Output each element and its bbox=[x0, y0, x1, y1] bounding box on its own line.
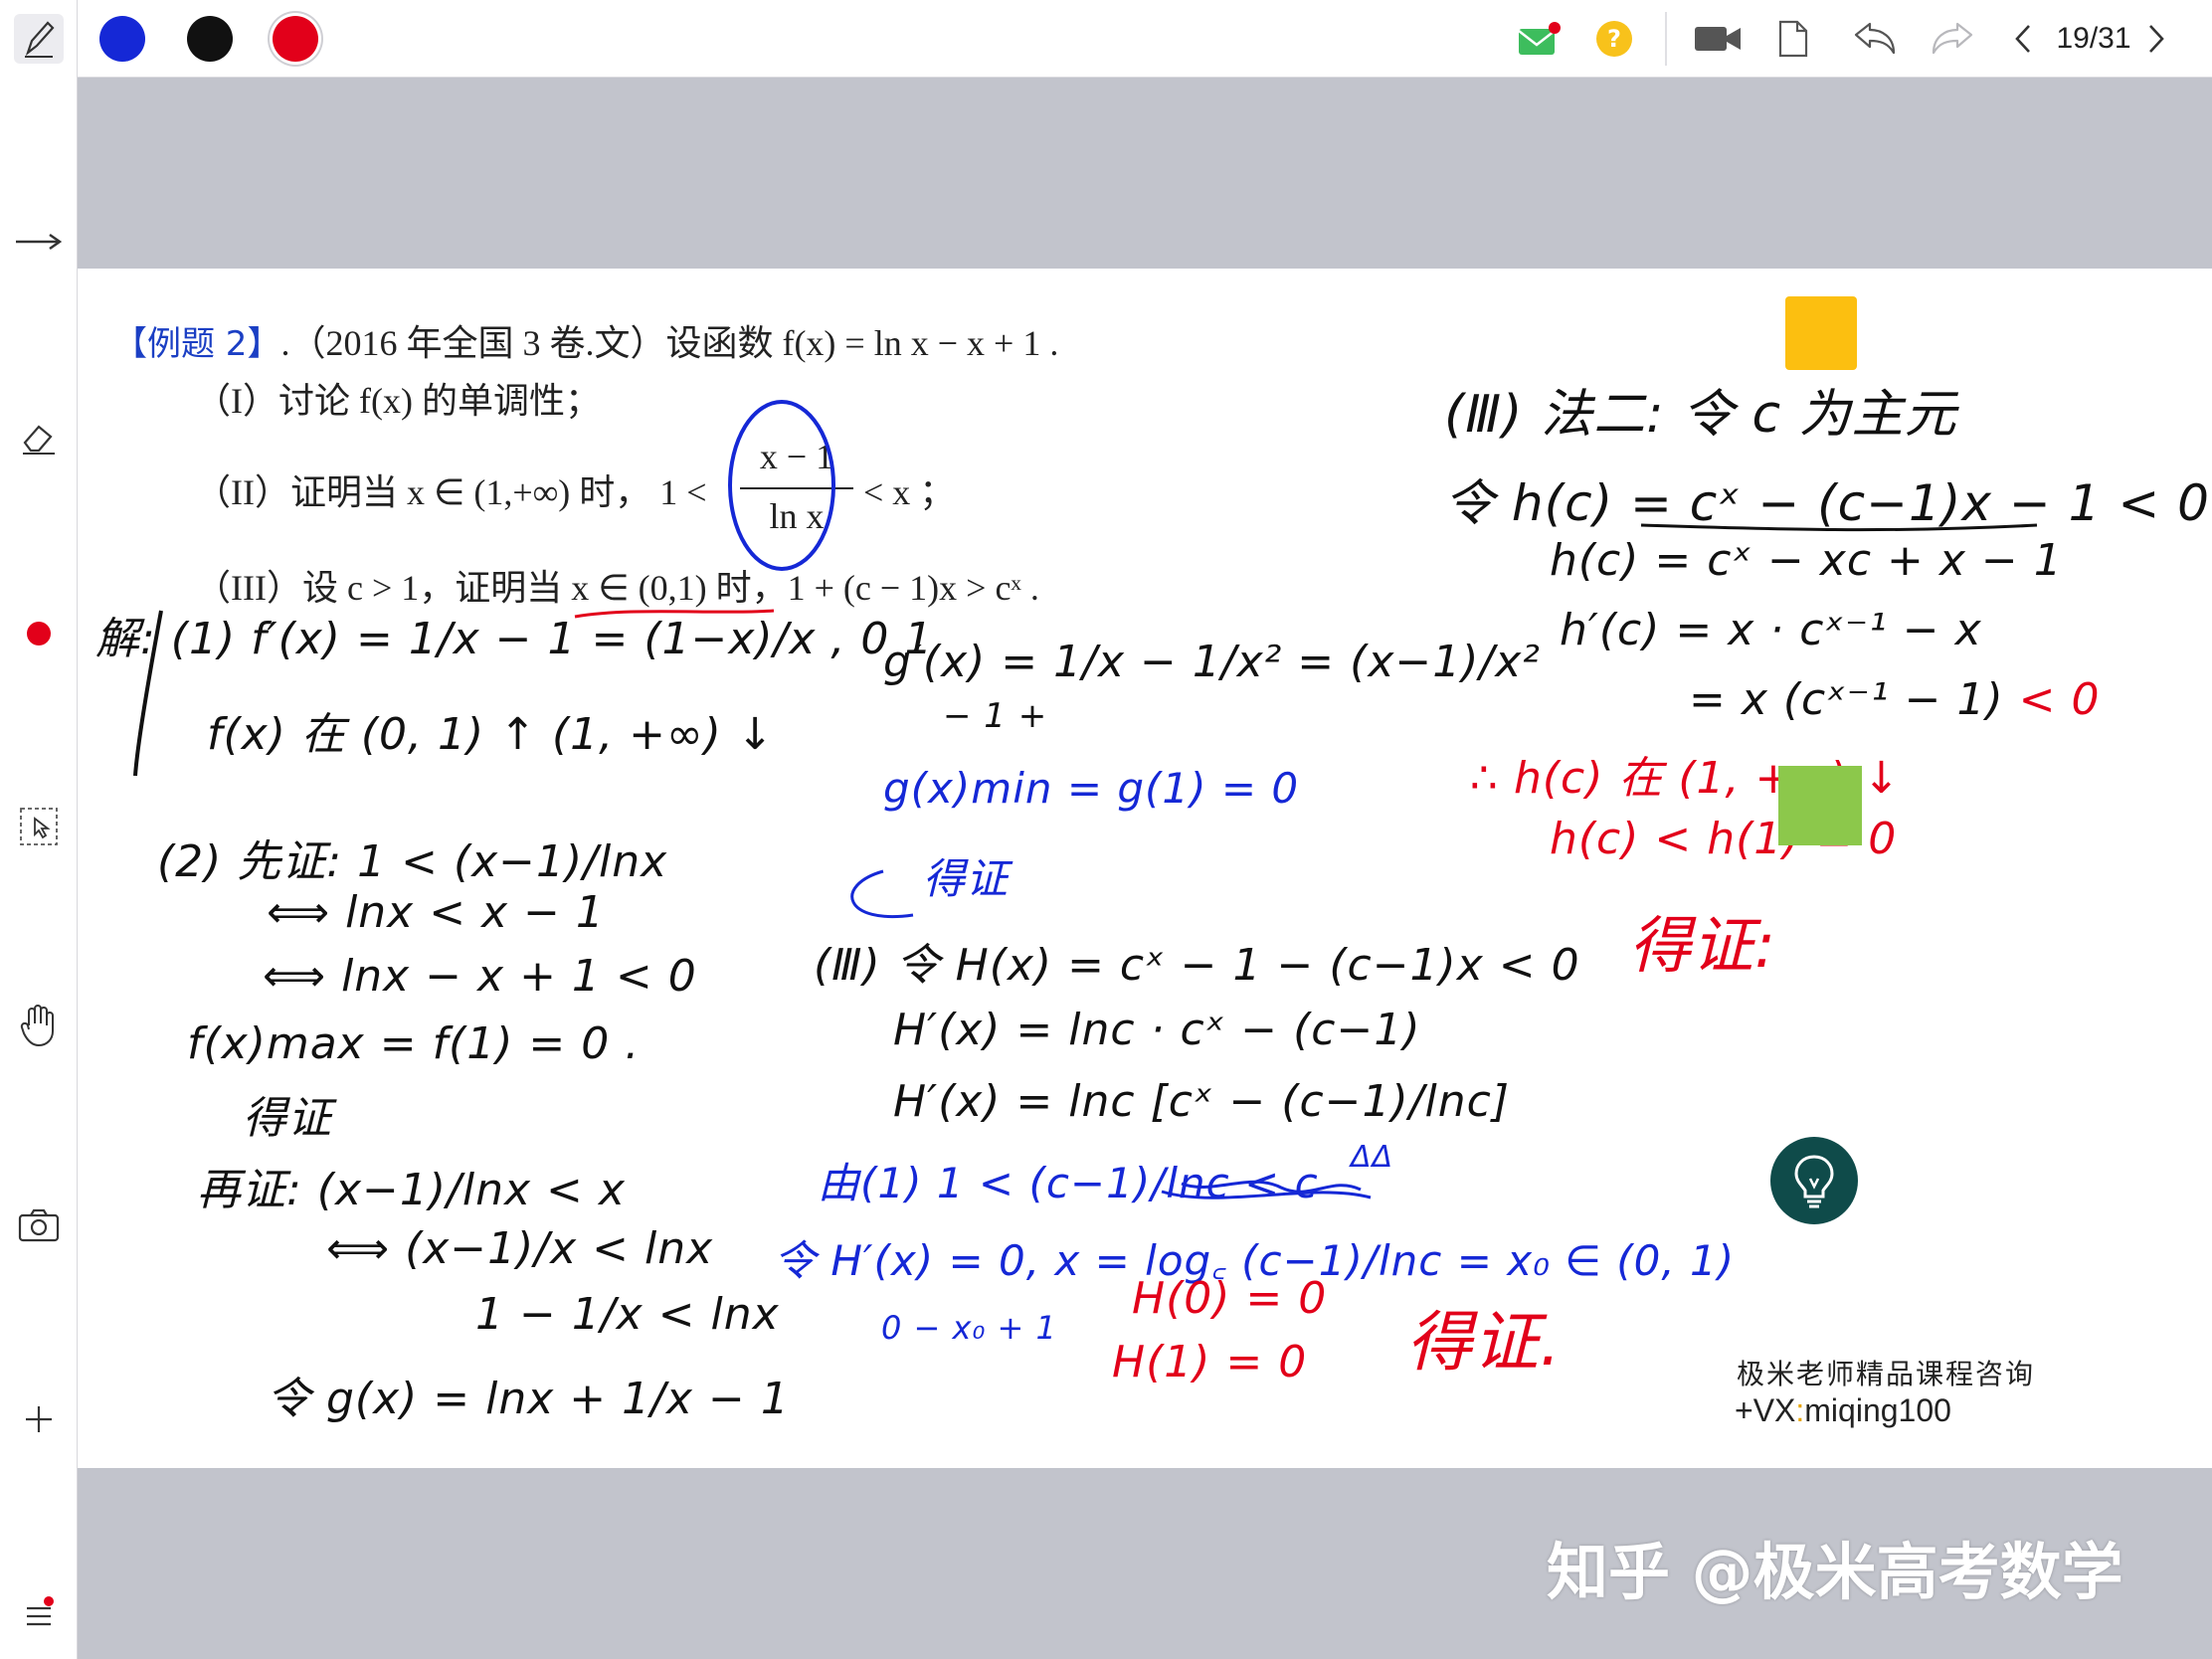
prev-page-icon[interactable] bbox=[2003, 14, 2043, 64]
mail-icon[interactable] bbox=[1514, 14, 1564, 64]
pen-color-blue[interactable] bbox=[99, 16, 145, 62]
hw-middle-red-line: H(0) = 0 bbox=[1132, 1273, 1328, 1324]
undo-icon[interactable] bbox=[1850, 14, 1900, 64]
laser-pointer-icon[interactable] bbox=[14, 609, 64, 658]
hw-middle-red-line: 得证. bbox=[1406, 1304, 1562, 1381]
eraser-icon[interactable] bbox=[14, 414, 64, 463]
hw-middle-line: g′(x) = 1/x − 1/x² = (x−1)/x² bbox=[883, 637, 1541, 687]
document-icon[interactable] bbox=[1768, 14, 1818, 64]
hw-middle-line: H′(x) = lnc · cˣ − (c−1) bbox=[893, 1005, 1421, 1055]
promo-line-1: 极米老师精品课程咨询 bbox=[1737, 1358, 2036, 1390]
toolbar-divider bbox=[1665, 12, 1667, 66]
hw-middle-line: H′(x) = lnc [cˣ − (c−1)/lnc] bbox=[893, 1076, 1510, 1127]
hw-left-line: 再证: (x−1)/lnx < x bbox=[197, 1165, 626, 1215]
add-icon[interactable] bbox=[14, 1394, 64, 1444]
redo-icon[interactable] bbox=[1928, 14, 1977, 64]
tool-rail bbox=[0, 0, 78, 1659]
hw-right-red-line: 得证: bbox=[1629, 909, 1776, 982]
yellow-sticky-note[interactable] bbox=[1785, 296, 1857, 370]
green-sticky-note[interactable] bbox=[1778, 766, 1862, 845]
hw-middle-blue-line: 0 − x₀ + 1 bbox=[881, 1309, 1057, 1347]
pen-color-red[interactable] bbox=[273, 16, 318, 62]
pen-tool-icon[interactable] bbox=[14, 14, 64, 64]
page-counter: 19/31 bbox=[2056, 22, 2131, 55]
hw-right-line: (Ⅲ) 法二: 令 c 为主元 bbox=[1444, 385, 1957, 445]
hw-middle-line: (Ⅲ) 令 H(x) = cˣ − 1 − (c−1)x < 0 bbox=[814, 940, 1580, 991]
hw-left-line: 得证 bbox=[243, 1093, 332, 1144]
hw-left-line: ⟺ lnx − x + 1 < 0 bbox=[263, 951, 697, 1002]
hand-icon[interactable] bbox=[14, 1001, 64, 1050]
hw-left-line: f(x)max = f(1) = 0 . bbox=[187, 1018, 641, 1069]
hw-right-factor: = x (cˣ⁻¹ − 1) bbox=[1689, 674, 2019, 725]
hw-left-line: 令 g(x) = lnx + 1/x − 1 bbox=[267, 1374, 790, 1424]
hw-middle-red-line: H(1) = 0 bbox=[1112, 1337, 1308, 1387]
hw-middle-blue-line: 由(1) 1 < (c−1)/lnc < c bbox=[818, 1159, 1319, 1207]
blue-loop-stroke bbox=[850, 869, 914, 918]
blue-circle-stroke bbox=[728, 400, 835, 571]
help-icon[interactable]: ? bbox=[1589, 14, 1639, 64]
hw-left-line: (2) 先证: 1 < (x−1)/lnx bbox=[157, 836, 668, 887]
promo-separator: : bbox=[1795, 1392, 1805, 1428]
menu-icon[interactable] bbox=[14, 1589, 64, 1639]
arrow-tool-icon[interactable] bbox=[14, 217, 64, 267]
hw-left-line: 解: (1) f′(x) = 1/x − 1 = (1−x)/x , 0 1 bbox=[95, 614, 934, 664]
watermark: 知乎 @极米高考数学 bbox=[1547, 1536, 2123, 1608]
hw-right-line: 令 h(c) = cˣ − (c−1)x − 1 < 0 bbox=[1444, 474, 2210, 532]
promo-id: miqing100 bbox=[1804, 1392, 1951, 1428]
hw-middle-blue-line: 得证 bbox=[923, 854, 1010, 903]
hw-left-line: ⟺ (x−1)/x < lnx bbox=[326, 1223, 714, 1274]
pen-color-black[interactable] bbox=[187, 16, 233, 62]
hw-left-line: 1 − 1/x < lnx bbox=[475, 1289, 780, 1340]
promo-vx: +VX bbox=[1735, 1392, 1796, 1428]
hw-middle-blue-line: ΔΔ bbox=[1351, 1140, 1394, 1175]
hw-right-red-inline: < 0 bbox=[2018, 674, 2101, 725]
select-icon[interactable] bbox=[14, 802, 64, 851]
camera-icon[interactable] bbox=[14, 1200, 64, 1250]
hw-right-line: h(c) = cˣ − xc + x − 1 bbox=[1550, 535, 2063, 586]
promo-line-2: +VX:miqing100 bbox=[1735, 1392, 1951, 1429]
next-page-icon[interactable] bbox=[2136, 14, 2176, 64]
hw-right-line: = x (cˣ⁻¹ − 1) < 0 bbox=[1689, 674, 2100, 725]
hw-left-line: f(x) 在 (0, 1) ↑ (1, +∞) ↓ bbox=[207, 709, 775, 760]
video-icon[interactable] bbox=[1693, 14, 1743, 64]
hw-middle-blue-line: g(x)min = g(1) = 0 bbox=[883, 764, 1300, 813]
lightbulb-icon[interactable] bbox=[1770, 1137, 1858, 1224]
top-toolbar: ? 19/31 bbox=[78, 0, 2212, 78]
svg-text:?: ? bbox=[1607, 25, 1621, 53]
hw-right-line: h′(c) = x · cˣ⁻¹ − x bbox=[1560, 605, 1982, 655]
hw-left-line: ⟺ lnx < x − 1 bbox=[267, 887, 605, 938]
note-page[interactable]: 【例题 2】.（2016 年全国 3 卷.文）设函数 f(x) = ln x −… bbox=[78, 269, 2212, 1468]
hw-middle-sign-line: − 1 + bbox=[943, 696, 1048, 736]
canvas-background-top bbox=[78, 78, 2212, 269]
